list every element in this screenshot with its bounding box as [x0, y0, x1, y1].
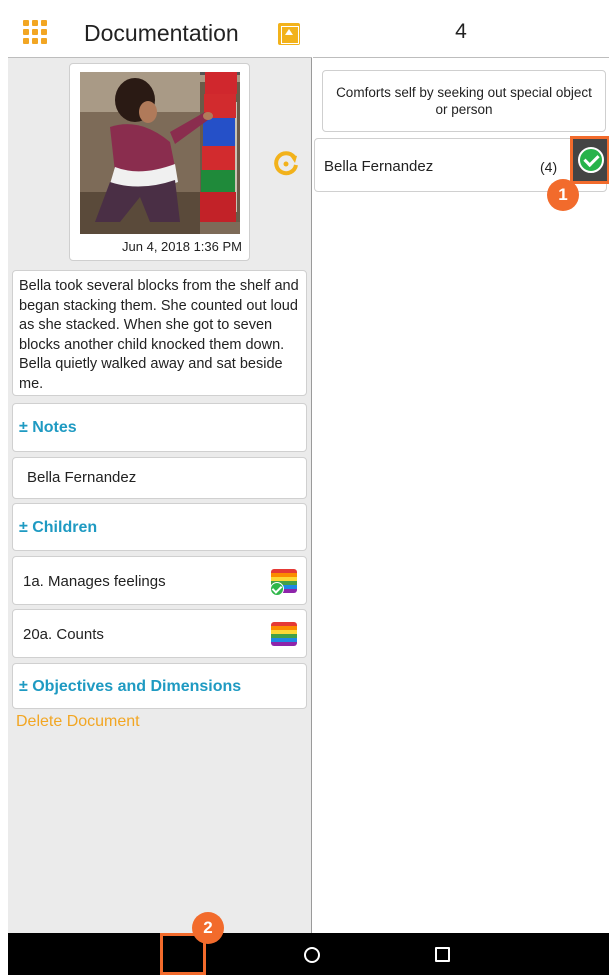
notes-section[interactable]: ± Notes — [12, 403, 307, 452]
children-section[interactable]: ± Children — [12, 503, 307, 551]
callout-marker-2: 2 — [192, 912, 224, 944]
child-name-row[interactable]: Bella Fernandez — [12, 457, 307, 499]
child-name: Bella Fernandez — [324, 158, 434, 175]
upload-icon[interactable] — [278, 23, 300, 45]
android-navigation-bar — [8, 933, 609, 975]
children-count-title: 4 — [455, 20, 467, 43]
children-toggle[interactable]: ± Children — [13, 504, 306, 537]
recent-apps-icon[interactable] — [435, 947, 450, 962]
grid-menu-icon[interactable] — [23, 20, 49, 44]
observation-text[interactable]: Bella took several blocks from the shelf… — [12, 270, 307, 396]
children-header: 4 — [313, 8, 609, 58]
objective-label: 20a. Counts — [23, 626, 104, 643]
documentation-header: Documentation — [8, 8, 312, 58]
delete-document-link[interactable]: Delete Document — [16, 713, 140, 731]
objectives-dimensions-toggle[interactable]: ± Objectives and Dimensions — [13, 664, 306, 696]
observation-photo[interactable] — [80, 72, 240, 234]
objective-label: 1a. Manages feelings — [23, 573, 166, 590]
color-band-icon — [271, 622, 297, 646]
objective-description-card: Comforts self by seeking out special obj… — [322, 70, 606, 132]
documentation-pane: Documentation Jun 4, 2018 1:36 PM Bella … — [8, 8, 312, 933]
child-count: (4) — [540, 159, 558, 175]
objective-row-manages-feelings[interactable]: 1a. Manages feelings — [12, 556, 307, 605]
refresh-icon[interactable] — [273, 151, 299, 177]
check-icon — [578, 147, 604, 173]
page-title: Documentation — [84, 20, 239, 46]
child-name-label: Bella Fernandez — [27, 469, 137, 486]
photo-card[interactable]: Jun 4, 2018 1:36 PM — [69, 63, 250, 261]
objectives-dimensions-section[interactable]: ± Objectives and Dimensions — [12, 663, 307, 709]
children-pane: 4 Comforts self by seeking out special o… — [313, 8, 609, 933]
callout-marker-1: 1 — [547, 179, 579, 211]
notes-toggle[interactable]: ± Notes — [13, 404, 306, 437]
photo-image — [80, 72, 240, 234]
child-check-toggle[interactable] — [570, 136, 609, 184]
check-icon — [270, 582, 284, 596]
objective-row-counts[interactable]: 20a. Counts — [12, 609, 307, 658]
home-icon[interactable] — [304, 947, 320, 963]
photo-timestamp: Jun 4, 2018 1:36 PM — [122, 239, 242, 254]
